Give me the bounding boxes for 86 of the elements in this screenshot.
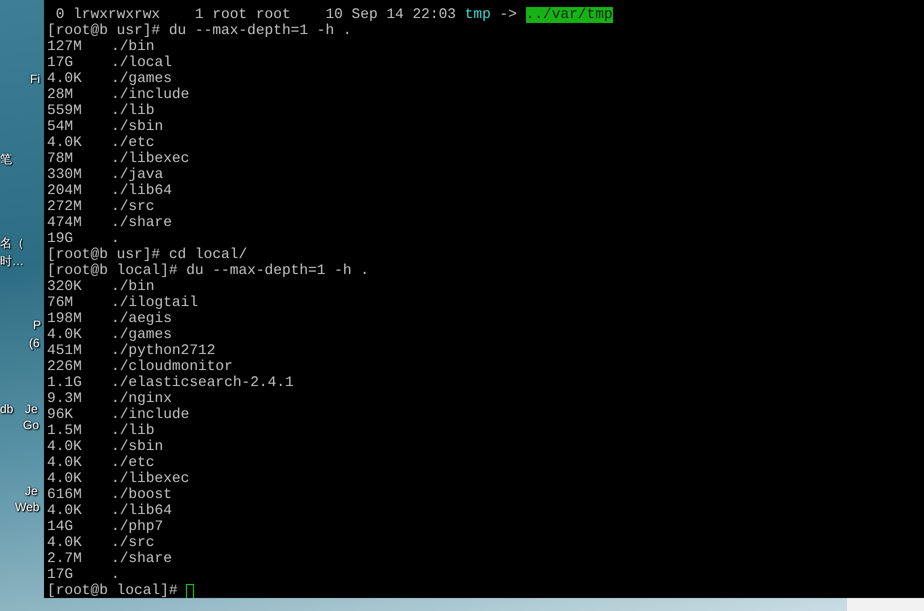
directory-path: ./sbin xyxy=(111,119,164,135)
disk-usage-size: 14G xyxy=(47,519,74,535)
directory-path: ./php7 xyxy=(111,519,164,535)
disk-usage-size: 4.0K xyxy=(47,471,83,487)
desktop-icon-label[interactable]: (6 xyxy=(29,336,40,350)
directory-path: ./src xyxy=(111,199,155,215)
directory-path: ./include xyxy=(111,407,190,423)
desktop-icon-label[interactable]: Go xyxy=(23,418,40,432)
shell-prompt: [root@b local]# xyxy=(47,263,178,279)
desktop-icon-label[interactable]: 笔 xyxy=(0,152,12,166)
shell-command: du --max-depth=1 -h . xyxy=(168,23,352,39)
disk-usage-size: 78M xyxy=(47,151,74,167)
desktop-icon-label[interactable]: Je xyxy=(25,402,38,416)
disk-usage-size: 17G xyxy=(47,567,74,583)
disk-usage-size: 1.1G xyxy=(47,375,83,391)
directory-path: ./ilogtail xyxy=(111,295,198,311)
directory-path: ./elasticsearch-2.4.1 xyxy=(111,375,294,391)
disk-usage-size: 19G xyxy=(47,231,74,247)
directory-path: ./sbin xyxy=(111,439,164,455)
directory-path: ./share xyxy=(111,215,172,231)
directory-path: ./games xyxy=(111,327,172,343)
shell-command: du --max-depth=1 -h . xyxy=(186,263,369,279)
disk-usage-size: 1.5M xyxy=(47,423,83,439)
disk-usage-size: 4.0K xyxy=(47,135,83,151)
file-name: tmp xyxy=(464,7,491,23)
desktop-icon-label[interactable]: Fi xyxy=(30,72,40,86)
directory-path: ./etc xyxy=(111,135,155,151)
disk-usage-size: 127M xyxy=(47,39,83,55)
disk-usage-size: 76M xyxy=(47,295,74,311)
disk-usage-size: 4.0K xyxy=(47,327,83,343)
link-arrow: -> xyxy=(498,7,518,23)
directory-path: ./include xyxy=(111,87,190,103)
desktop-icon-label[interactable]: Web xyxy=(15,500,40,514)
directory-path: ./bin xyxy=(111,39,155,55)
disk-usage-size: 2.7M xyxy=(47,551,83,567)
disk-usage-size: 320K xyxy=(47,279,83,295)
desktop-icon-label[interactable]: db xyxy=(0,402,14,416)
disk-usage-size: 17G xyxy=(47,55,74,71)
directory-path: . xyxy=(111,567,120,583)
shell-prompt: [root@b local]# xyxy=(47,583,178,598)
desktop-icon-label[interactable]: Je xyxy=(25,484,38,498)
directory-path: ./lib xyxy=(111,103,155,119)
disk-usage-size: 28M xyxy=(47,87,74,103)
disk-usage-size: 4.0K xyxy=(47,439,83,455)
disk-usage-size: 4.0K xyxy=(47,71,83,87)
disk-usage-size: 198M xyxy=(47,311,83,327)
directory-path: ./share xyxy=(111,551,172,567)
directory-path: ./lib64 xyxy=(111,503,172,519)
directory-path: ./bin xyxy=(111,279,155,295)
file-listing-text: 0 lrwxrwxrwx 1 root root 10 Sep 14 22:03 xyxy=(54,7,457,23)
directory-path: ./libexec xyxy=(111,471,190,487)
disk-usage-size: 474M xyxy=(47,215,83,231)
directory-path: ./src xyxy=(111,535,155,551)
shell-command: cd local/ xyxy=(168,247,248,263)
directory-path: ./aegis xyxy=(111,311,172,327)
disk-usage-size: 616M xyxy=(47,487,83,503)
directory-path: ./etc xyxy=(111,455,155,471)
shell-prompt: [root@b usr]# xyxy=(47,23,160,39)
desktop-icon-label[interactable]: 时… xyxy=(0,254,24,268)
directory-path: . xyxy=(111,231,120,247)
directory-path: ./nginx xyxy=(111,391,172,407)
disk-usage-size: 330M xyxy=(47,167,83,183)
link-target: ../var/tmp xyxy=(526,7,613,23)
directory-path: ./cloudmonitor xyxy=(111,359,233,375)
directory-path: ./java xyxy=(111,167,164,183)
directory-path: ./boost xyxy=(111,487,172,503)
disk-usage-size: 4.0K xyxy=(47,535,83,551)
desktop-icon-label[interactable]: P xyxy=(33,318,42,332)
directory-path: ./python2712 xyxy=(111,343,216,359)
directory-path: ./lib xyxy=(111,423,155,439)
shell-prompt: [root@b usr]# xyxy=(47,247,160,263)
disk-usage-size: 4.0K xyxy=(47,455,83,471)
directory-path: ./lib64 xyxy=(111,183,172,199)
disk-usage-size: 451M xyxy=(47,343,83,359)
disk-usage-size: 54M xyxy=(47,119,74,135)
directory-path: ./libexec xyxy=(111,151,190,167)
disk-usage-size: 4.0K xyxy=(47,503,83,519)
disk-usage-size: 204M xyxy=(47,183,83,199)
disk-usage-size: 226M xyxy=(47,359,83,375)
directory-path: ./local xyxy=(111,55,172,71)
desktop-icon-label[interactable]: 名（ xyxy=(0,236,24,250)
disk-usage-size: 96K xyxy=(47,407,74,423)
disk-usage-size: 272M xyxy=(47,199,83,215)
directory-path: ./games xyxy=(111,71,172,87)
disk-usage-size: 9.3M xyxy=(47,391,83,407)
disk-usage-size: 559M xyxy=(47,103,83,119)
